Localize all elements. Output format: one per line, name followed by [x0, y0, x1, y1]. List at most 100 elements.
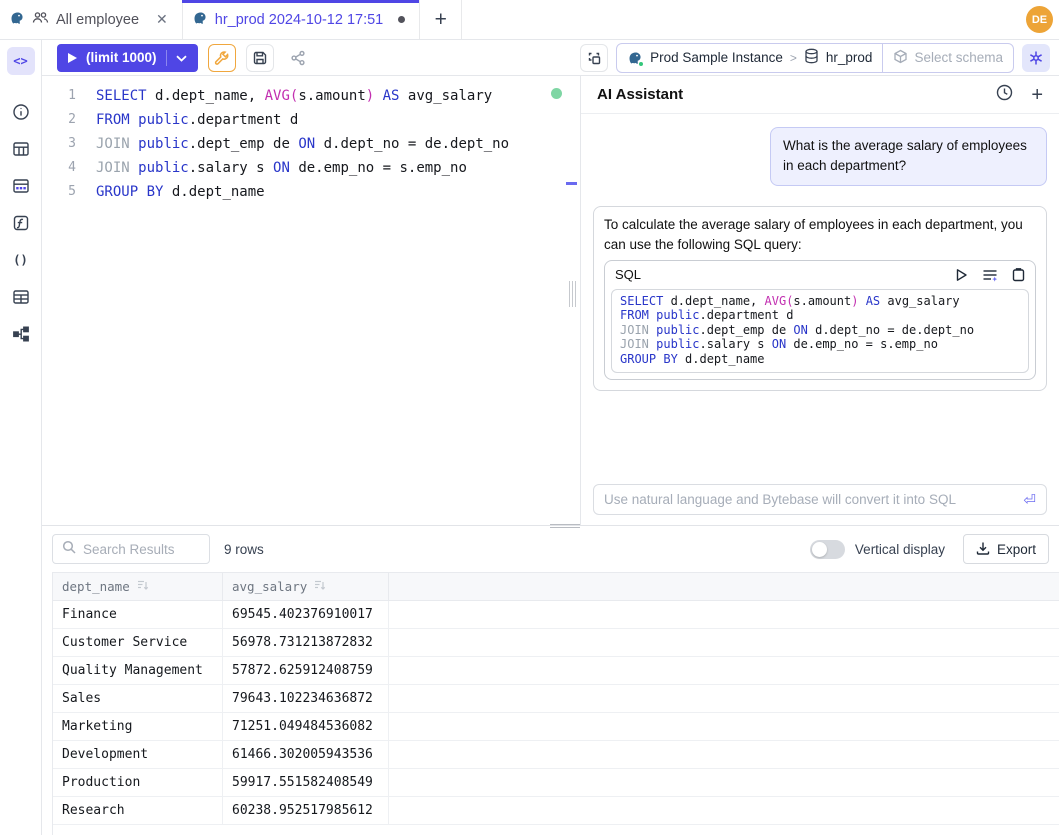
openai-assistant-button[interactable] [1022, 44, 1050, 72]
table-cell[interactable]: 71251.049484536082 [223, 713, 389, 740]
share-button[interactable] [284, 44, 312, 72]
user-question-bubble: What is the average salary of employees … [770, 127, 1047, 186]
table-row: Research60238.952517985612 [53, 797, 1059, 825]
table-row: Marketing71251.049484536082 [53, 713, 1059, 741]
table-cell[interactable]: 61466.302005943536 [223, 741, 389, 768]
line-number: 3 [68, 136, 76, 160]
code-line: GROUP BY d.dept_name [620, 352, 1020, 367]
nl2sql-input[interactable] [604, 492, 1015, 507]
line-number: 5 [68, 184, 76, 208]
play-icon [68, 53, 77, 63]
export-button[interactable]: Export [963, 534, 1049, 564]
column-header-avg-salary[interactable]: avg_salary [223, 573, 389, 600]
table-cell[interactable]: Development [53, 741, 223, 768]
editor-toolbar: (limit 1000) Prod Sample Instance > [42, 40, 1059, 76]
code-line: JOIN public.dept_emp de ON d.dept_no = d… [96, 136, 580, 160]
database-icon [804, 48, 819, 67]
column-header-dept-name[interactable]: dept_name [53, 573, 223, 600]
postgres-icon [192, 10, 208, 30]
run-query-button[interactable]: (limit 1000) [57, 44, 198, 72]
close-icon[interactable]: ✕ [156, 11, 168, 28]
select-schema-button[interactable]: Select schema [882, 44, 1013, 72]
code-line: GROUP BY d.dept_name [96, 184, 580, 208]
ai-panel-title: AI Assistant [597, 86, 683, 103]
ai-answer-card: To calculate the average salary of emplo… [593, 206, 1047, 392]
vertical-display-toggle[interactable] [810, 540, 845, 559]
table-cell[interactable]: 79643.102234636872 [223, 685, 389, 712]
vertical-display-label: Vertical display [855, 542, 945, 557]
schema-cube-icon [893, 49, 908, 67]
code-line: JOIN public.salary s ON de.emp_no = s.em… [96, 160, 580, 184]
sort-icon[interactable] [314, 579, 326, 594]
results-header: 9 rows Vertical display Export [42, 526, 1059, 572]
postgres-icon [9, 10, 25, 30]
panel-resize-handle[interactable] [572, 281, 573, 307]
table-cell[interactable]: 57872.625912408759 [223, 657, 389, 684]
insert-code-icon[interactable] [982, 268, 998, 282]
ai-assistant-panel: AI Assistant + What is the average salar… [580, 76, 1059, 525]
group-icon [32, 10, 49, 29]
parentheses-icon[interactable]: () [12, 251, 30, 269]
table-cell[interactable]: Marketing [53, 713, 223, 740]
sql-code[interactable]: SELECT d.dept_name, AVG(s.amount) AS avg… [90, 76, 580, 525]
table-cell[interactable]: 60238.952517985612 [223, 797, 389, 824]
info-icon[interactable] [12, 103, 30, 121]
sql-code-block: SQL SELECT d.dept_name, AVG(s.amount) AS… [604, 260, 1036, 380]
tab-all-employee[interactable]: All employee ✕ [0, 0, 183, 39]
new-tab-button[interactable]: + [420, 0, 462, 39]
table-cell[interactable]: 59917.551582408549 [223, 769, 389, 796]
tab-bar: All employee ✕ hr_prod 2024-10-12 17:51 … [0, 0, 1059, 40]
save-sheet-button[interactable] [246, 44, 274, 72]
table-header-row: dept_name avg_salary [53, 572, 1059, 601]
connection-instance[interactable]: Prod Sample Instance > hr_prod [617, 44, 882, 72]
table-cell[interactable]: Finance [53, 601, 223, 628]
copy-code-icon[interactable] [1012, 267, 1025, 282]
results-resize-handle[interactable] [550, 524, 580, 525]
line-number: 1 [68, 88, 76, 112]
run-code-icon[interactable] [955, 268, 968, 282]
table-cell[interactable]: 69545.402376910017 [223, 601, 389, 628]
breadcrumb-separator: > [790, 51, 797, 65]
search-results-input[interactable] [83, 542, 200, 557]
nl2sql-input-box[interactable]: ⏎ [593, 484, 1047, 515]
table-cell[interactable]: Quality Management [53, 657, 223, 684]
code-panel-toggle-icon[interactable]: <> [7, 47, 35, 75]
chevron-down-icon[interactable] [176, 50, 187, 65]
row-count: 9 rows [224, 542, 264, 557]
code-line: FROM public.department d [620, 308, 1020, 323]
schema-diagram-icon[interactable] [12, 177, 30, 195]
left-sidebar: <> () [0, 40, 42, 835]
sql-editor[interactable]: 12345 SELECT d.dept_name, AVG(s.amount) … [42, 76, 580, 525]
table-cell[interactable]: Customer Service [53, 629, 223, 656]
table-cell[interactable]: Research [53, 797, 223, 824]
instance-name: Prod Sample Instance [650, 50, 783, 65]
function-icon[interactable] [12, 214, 30, 232]
lineage-icon[interactable] [12, 325, 30, 343]
table-row: Finance69545.402376910017 [53, 601, 1059, 629]
data-table-icon[interactable] [12, 288, 30, 306]
tables-icon[interactable] [12, 140, 30, 158]
tab-label: All employee [56, 12, 139, 28]
answer-intro: To calculate the average salary of emplo… [604, 217, 1023, 252]
select-connection-button[interactable] [580, 44, 608, 72]
code-line: SELECT d.dept_name, AVG(s.amount) AS avg… [96, 88, 580, 112]
admin-wrench-button[interactable] [208, 44, 236, 72]
database-name: hr_prod [826, 50, 873, 65]
search-icon [62, 540, 76, 559]
search-results-box[interactable] [52, 534, 210, 564]
postgres-icon [627, 50, 643, 66]
table-cell[interactable]: Production [53, 769, 223, 796]
table-row: Development61466.302005943536 [53, 741, 1059, 769]
user-avatar[interactable]: DE [1026, 6, 1053, 33]
table-cell[interactable]: 56978.731213872832 [223, 629, 389, 656]
history-clock-icon[interactable] [996, 84, 1013, 106]
connection-pill[interactable]: Prod Sample Instance > hr_prod Select sc… [616, 43, 1014, 73]
table-cell[interactable]: Sales [53, 685, 223, 712]
new-chat-icon[interactable]: + [1031, 85, 1043, 105]
line-number: 4 [68, 160, 76, 184]
sort-icon[interactable] [137, 579, 149, 594]
line-number: 2 [68, 112, 76, 136]
submit-return-icon[interactable]: ⏎ [1023, 491, 1036, 509]
table-row: Customer Service56978.731213872832 [53, 629, 1059, 657]
tab-hr-prod[interactable]: hr_prod 2024-10-12 17:51 [183, 0, 421, 39]
